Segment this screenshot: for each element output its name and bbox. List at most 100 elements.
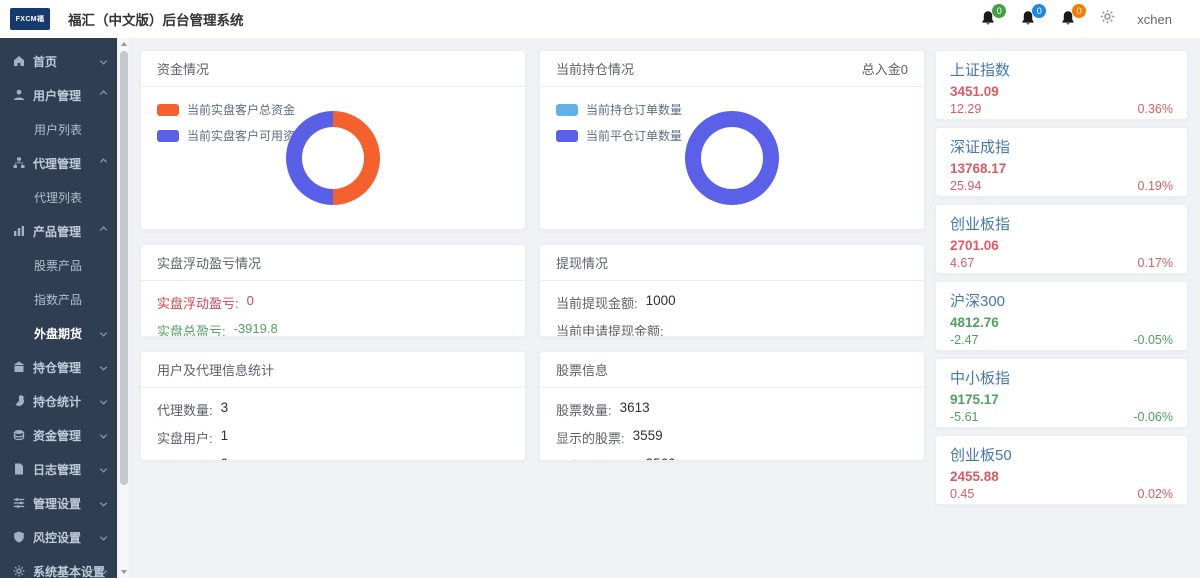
card-title: 用户及代理信息统计 xyxy=(157,360,274,379)
legend-item[interactable]: 当前实盘客户可用资金 xyxy=(157,127,307,144)
chevron-down-icon xyxy=(99,430,108,439)
sidebar-item-stock-products[interactable]: 股票产品 xyxy=(0,248,117,282)
user-icon xyxy=(13,89,26,102)
index-name: 沪深300 xyxy=(950,290,1173,311)
index-percent: -0.05% xyxy=(1133,333,1173,347)
chevron-up-icon xyxy=(99,90,108,99)
floating-pnl-card: 实盘浮动盈亏情况 实盘浮动盈亏:0 实盘总盈亏:-3919.8 xyxy=(140,244,526,337)
product-icon xyxy=(13,225,26,238)
scroll-up-arrow[interactable] xyxy=(118,38,130,50)
withdraw-amount-line: 当前提现金额:1000 xyxy=(556,293,908,312)
chevron-down-icon xyxy=(99,498,108,507)
total-pnl-line: 实盘总盈亏:-3919.8 xyxy=(157,321,509,337)
sidebar-item-position-stats[interactable]: 持仓统计 xyxy=(0,384,117,418)
home-icon xyxy=(13,55,26,68)
index-percent: -0.06% xyxy=(1133,410,1173,424)
chevron-up-icon xyxy=(99,158,108,167)
sidebar-item-agent-list[interactable]: 代理列表 xyxy=(0,180,117,214)
chevron-down-icon xyxy=(99,362,108,371)
agent-icon xyxy=(13,157,26,170)
card-title: 股票信息 xyxy=(556,360,608,379)
log-icon xyxy=(13,463,26,476)
sidebar-item-home[interactable]: 首页 xyxy=(0,44,117,78)
withdraw-card: 提现情况 当前提现金额:1000 当前申请提现金额: xyxy=(539,244,925,337)
sidebar-item-user-list[interactable]: 用户列表 xyxy=(0,112,117,146)
floating-pnl-line: 实盘浮动盈亏:0 xyxy=(157,293,509,312)
sidebar-item-risk-settings[interactable]: 风控设置 xyxy=(0,520,117,554)
stock-info-card: 股票信息 股票数量:3613 显示的股票:3559 可交易的股票:3560 xyxy=(539,351,925,461)
sidebar-item-foreign-futures[interactable]: 外盘期货 xyxy=(0,316,117,350)
settings-gear-icon[interactable] xyxy=(1100,9,1115,29)
username[interactable]: xchen xyxy=(1137,12,1172,27)
legend-swatch xyxy=(556,130,578,142)
page-scrollbar[interactable] xyxy=(117,38,129,578)
index-name: 上证指数 xyxy=(950,59,1173,80)
funds-card: 资金情况 当前实盘客户总资金 当前实盘客户可用资金 xyxy=(140,50,526,230)
scroll-down-arrow[interactable] xyxy=(118,566,130,578)
position-icon xyxy=(13,361,26,374)
funds-donut-chart[interactable] xyxy=(286,111,380,205)
positions-card: 当前持仓情况 总入金0 当前持仓订单数量 当前平仓订单数量 xyxy=(539,50,925,230)
sidebar-item-index-products[interactable]: 指数产品 xyxy=(0,282,117,316)
chevron-down-icon xyxy=(99,396,108,405)
positions-donut-chart[interactable] xyxy=(685,111,779,205)
stock-count-line: 股票数量:3613 xyxy=(556,400,908,419)
card-title: 提现情况 xyxy=(556,253,608,272)
stats-icon xyxy=(13,395,26,408)
index-change: 4.67 xyxy=(950,256,974,270)
index-name: 创业板50 xyxy=(950,444,1173,465)
user-agent-stats-card: 用户及代理信息统计 代理数量:3 实盘用户:1 模拟用户:0 xyxy=(140,351,526,461)
index-card-chinext50: 创业板50 2455.88 0.45 0.02% xyxy=(935,435,1188,505)
index-value: 2455.88 xyxy=(950,469,1173,484)
sidebar-item-user-management[interactable]: 用户管理 xyxy=(0,78,117,112)
sidebar-item-product-management[interactable]: 产品管理 xyxy=(0,214,117,248)
sidebar-item-system-settings[interactable]: 系统基本设置 xyxy=(0,554,117,578)
agent-count-line: 代理数量:3 xyxy=(157,400,509,419)
sidebar-item-agent-management[interactable]: 代理管理 xyxy=(0,146,117,180)
funds-icon xyxy=(13,429,26,442)
card-title: 当前持仓情况 xyxy=(556,59,634,78)
legend-item[interactable]: 当前持仓订单数量 xyxy=(556,101,682,118)
real-users-line: 实盘用户:1 xyxy=(157,428,509,447)
top-navbar: FXCM福 福汇（中文版）后台管理系统 0 0 0 xchen xyxy=(0,0,1200,38)
gear-icon xyxy=(13,565,26,578)
index-percent: 0.17% xyxy=(1138,256,1173,270)
index-card-szse: 深证成指 13768.17 25.94 0.19% xyxy=(935,127,1188,197)
sidebar: 首页 用户管理 用户列表 代理管理 代理列表 产品管理 股票产品 指数产品 外盘… xyxy=(0,38,117,578)
chevron-down-icon xyxy=(99,464,108,473)
chevron-up-icon xyxy=(99,226,108,235)
index-name: 创业板指 xyxy=(950,213,1173,234)
notification-bell-3[interactable]: 0 xyxy=(1060,10,1078,28)
withdraw-request-line: 当前申请提现金额: xyxy=(556,321,908,337)
index-card-chinext: 创业板指 2701.06 4.67 0.17% xyxy=(935,204,1188,274)
index-percent: 0.02% xyxy=(1138,487,1173,501)
notification-bell-1[interactable]: 0 xyxy=(980,10,998,28)
sidebar-item-funds-management[interactable]: 资金管理 xyxy=(0,418,117,452)
index-percent: 0.36% xyxy=(1138,102,1173,116)
index-value: 9175.17 xyxy=(950,392,1173,407)
legend-swatch xyxy=(157,130,179,142)
demo-users-line: 模拟用户:0 xyxy=(157,456,509,461)
index-name: 深证成指 xyxy=(950,136,1173,157)
sidebar-item-log-management[interactable]: 日志管理 xyxy=(0,452,117,486)
chevron-down-icon xyxy=(99,56,108,65)
legend-item[interactable]: 当前平仓订单数量 xyxy=(556,127,682,144)
index-change: -2.47 xyxy=(950,333,979,347)
scrollbar-thumb[interactable] xyxy=(120,51,128,485)
legend-swatch xyxy=(157,104,179,116)
notification-badge: 0 xyxy=(1072,4,1086,18)
notification-bell-2[interactable]: 0 xyxy=(1020,10,1038,28)
legend-swatch xyxy=(556,104,578,116)
chevron-down-icon xyxy=(99,566,108,575)
sidebar-item-position-management[interactable]: 持仓管理 xyxy=(0,350,117,384)
sidebar-item-admin-settings[interactable]: 管理设置 xyxy=(0,486,117,520)
card-title: 资金情况 xyxy=(157,59,209,78)
index-change: 12.29 xyxy=(950,102,981,116)
total-deposit-label: 总入金0 xyxy=(862,59,908,78)
index-card-sme: 中小板指 9175.17 -5.61 -0.06% xyxy=(935,358,1188,428)
market-index-column: 上证指数 3451.09 12.29 0.36% 深证成指 13768.17 2… xyxy=(935,50,1188,578)
legend-item[interactable]: 当前实盘客户总资金 xyxy=(157,101,307,118)
app-title: 福汇（中文版）后台管理系统 xyxy=(68,9,244,29)
index-name: 中小板指 xyxy=(950,367,1173,388)
manage-icon xyxy=(13,497,26,510)
